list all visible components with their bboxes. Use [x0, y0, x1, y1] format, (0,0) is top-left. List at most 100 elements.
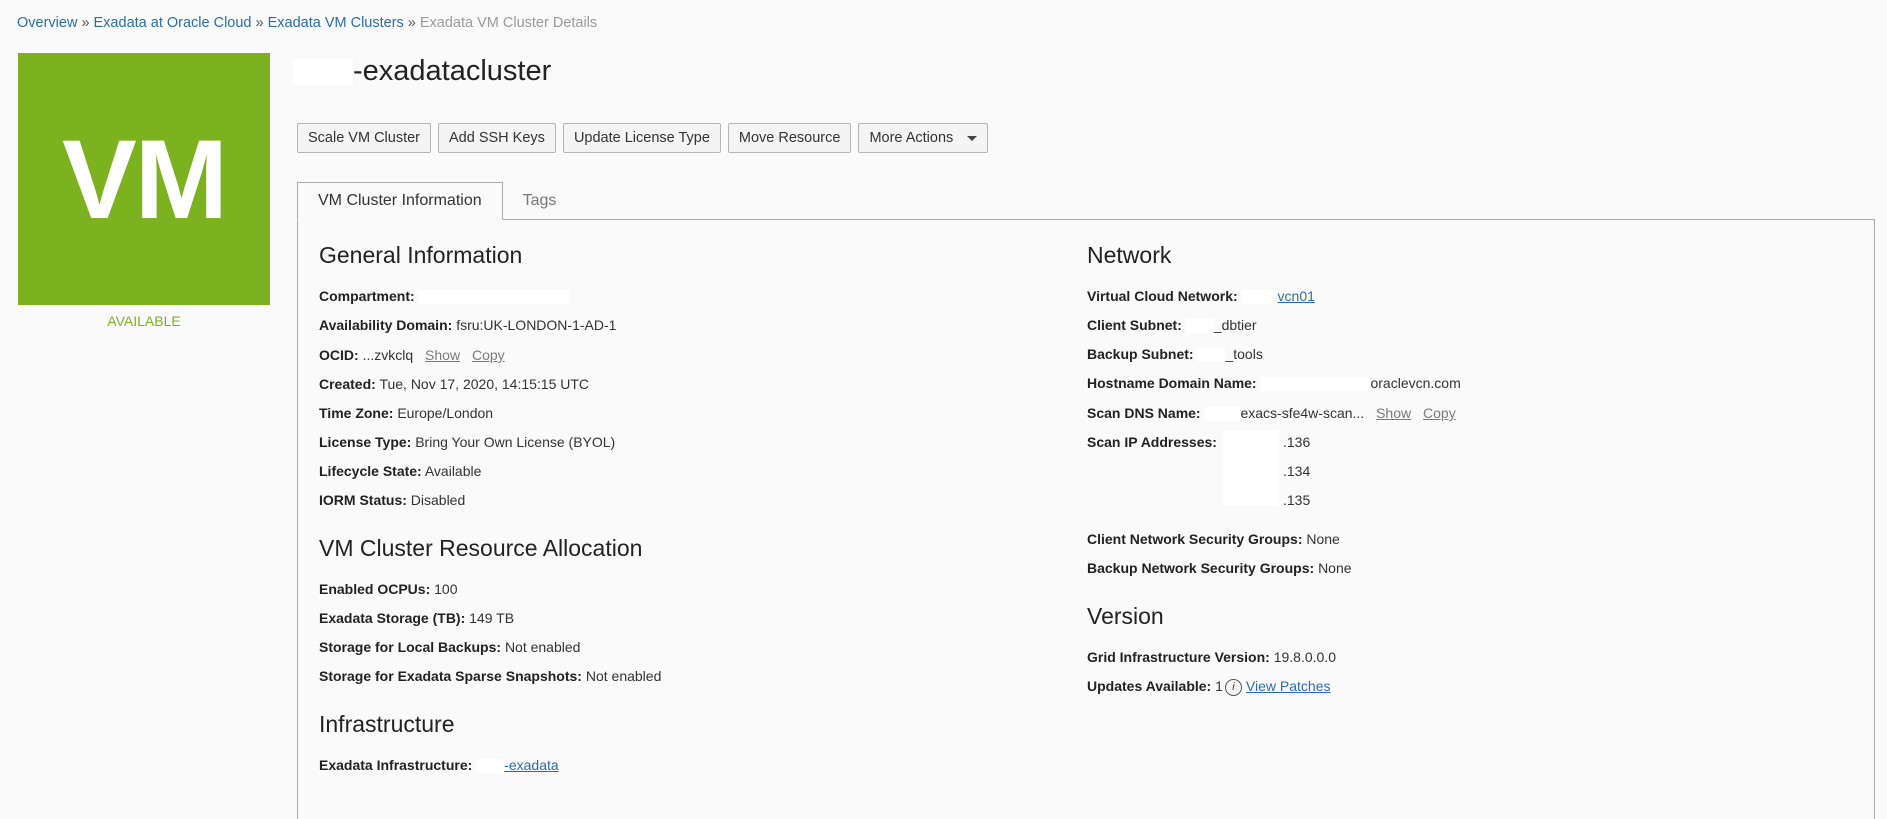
- redacted-block: [1241, 290, 1278, 305]
- ocid-copy-link[interactable]: Copy: [472, 347, 505, 363]
- client-nsg-value: None: [1306, 531, 1340, 547]
- view-patches-link[interactable]: View Patches: [1246, 678, 1331, 694]
- vcn-row: Virtual Cloud Network: vcn01: [1087, 288, 1315, 305]
- iorm-status-value: Disabled: [410, 492, 466, 508]
- hostname-domain-label: Hostname Domain Name:: [1087, 375, 1257, 391]
- exadata-infrastructure-link[interactable]: -exadata: [504, 757, 558, 773]
- hostname-domain-value: oraclevcn.com: [1370, 375, 1461, 391]
- iorm-status-label: IORM Status:: [319, 492, 407, 508]
- license-type-value: Bring Your Own License (BYOL): [415, 434, 616, 450]
- caret-down-icon: [967, 135, 978, 141]
- scale-vm-cluster-button[interactable]: Scale VM Cluster: [297, 123, 432, 153]
- page-title: -exadatacluster: [293, 55, 551, 88]
- client-subnet-value: _dbtier: [1213, 317, 1257, 333]
- vcn-link[interactable]: vcn01: [1278, 288, 1315, 304]
- tab-tags[interactable]: Tags: [503, 182, 577, 220]
- breadcrumb-overview-link[interactable]: Overview: [17, 15, 77, 31]
- local-backups-value: Not enabled: [504, 639, 581, 655]
- redacted-block: [1185, 319, 1214, 334]
- vm-tile-label: VM: [62, 116, 228, 242]
- time-zone-value: Europe/London: [397, 405, 494, 421]
- backup-nsg-label: Backup Network Security Groups:: [1087, 560, 1315, 576]
- availability-domain-value: fsru:UK-LONDON-1-AD-1: [456, 317, 617, 333]
- info-icon[interactable]: i: [1224, 678, 1242, 696]
- general-information-heading: General Information: [319, 242, 523, 268]
- scan-dns-value: exacs-sfe4w-scan...: [1240, 405, 1365, 421]
- license-type-label: License Type:: [319, 434, 412, 450]
- hostname-domain-row: Hostname Domain Name: oraclevcn.com: [1087, 375, 1461, 392]
- scan-dns-show-link[interactable]: Show: [1376, 405, 1411, 421]
- scan-dns-copy-link[interactable]: Copy: [1423, 405, 1456, 421]
- enabled-ocpus-row: Enabled OCPUs: 100: [319, 581, 458, 597]
- breadcrumb-separator: »: [81, 15, 90, 31]
- redacted-block: [418, 290, 569, 305]
- lifecycle-state-value: Available: [424, 463, 482, 479]
- redacted-block: [1260, 377, 1371, 392]
- scan-dns-label: Scan DNS Name:: [1087, 405, 1201, 421]
- client-nsg-row: Client Network Security Groups: None: [1087, 531, 1340, 547]
- scan-ip-1: .136: [1283, 434, 1311, 450]
- breadcrumb-separator: »: [407, 15, 416, 31]
- backup-subnet-row: Backup Subnet: _tools: [1087, 346, 1263, 363]
- grid-infrastructure-row: Grid Infrastructure Version: 19.8.0.0.0: [1087, 649, 1336, 665]
- exadata-storage-label: Exadata Storage (TB):: [319, 610, 466, 626]
- availability-domain-row: Availability Domain: fsru:UK-LONDON-1-AD…: [319, 317, 616, 333]
- lifecycle-status-label: AVAILABLE: [107, 313, 181, 329]
- time-zone-label: Time Zone:: [319, 405, 394, 421]
- scan-ip-redact-column: [1223, 430, 1279, 506]
- ocid-show-link[interactable]: Show: [425, 347, 460, 363]
- client-subnet-row: Client Subnet: _dbtier: [1087, 317, 1257, 334]
- breadcrumb-current: Exadata VM Cluster Details: [419, 15, 598, 31]
- redacted-block: [1204, 407, 1241, 422]
- update-license-type-button[interactable]: Update License Type: [562, 123, 721, 153]
- add-ssh-keys-button[interactable]: Add SSH Keys: [438, 123, 556, 153]
- compartment-row: Compartment:: [319, 288, 569, 305]
- availability-domain-label: Availability Domain:: [319, 317, 453, 333]
- exadata-storage-value: 149 TB: [469, 610, 515, 626]
- scan-ip-label: Scan IP Addresses:: [1087, 434, 1217, 450]
- tab-vm-cluster-information[interactable]: VM Cluster Information: [297, 182, 503, 220]
- scan-dns-row: Scan DNS Name: exacs-sfe4w-scan... Show …: [1087, 405, 1456, 422]
- network-heading: Network: [1087, 242, 1172, 268]
- updates-available-label: Updates Available:: [1087, 678, 1212, 694]
- grid-infrastructure-label: Grid Infrastructure Version:: [1087, 649, 1270, 665]
- action-toolbar: Scale VM Cluster Add SSH Keys Update Lic…: [297, 123, 989, 153]
- move-resource-button[interactable]: Move Resource: [727, 123, 852, 153]
- breadcrumb-vm-clusters-link[interactable]: Exadata VM Clusters: [268, 15, 404, 31]
- grid-infrastructure-value: 19.8.0.0.0: [1273, 649, 1336, 665]
- resource-allocation-heading: VM Cluster Resource Allocation: [319, 535, 643, 561]
- ocid-value: ...zvkclq: [362, 347, 414, 363]
- client-subnet-label: Client Subnet:: [1087, 317, 1182, 333]
- lifecycle-state-label: Lifecycle State:: [319, 463, 422, 479]
- redacted-block: [293, 59, 353, 86]
- backup-subnet-label: Backup Subnet:: [1087, 346, 1194, 362]
- exadata-storage-row: Exadata Storage (TB): 149 TB: [319, 610, 514, 626]
- created-row: Created: Tue, Nov 17, 2020, 14:15:15 UTC: [319, 376, 589, 392]
- lifecycle-state-row: Lifecycle State: Available: [319, 463, 481, 479]
- ocid-row: OCID: ...zvkclq Show Copy: [319, 347, 505, 363]
- sparse-snapshots-row: Storage for Exadata Sparse Snapshots: No…: [319, 668, 661, 684]
- license-type-row: License Type: Bring Your Own License (BY…: [319, 434, 615, 450]
- scan-ip-3: .135: [1283, 492, 1311, 508]
- breadcrumb-separator: »: [255, 15, 264, 31]
- more-actions-button[interactable]: More Actions: [858, 123, 989, 153]
- time-zone-row: Time Zone: Europe/London: [319, 405, 493, 421]
- backup-nsg-row: Backup Network Security Groups: None: [1087, 560, 1352, 576]
- version-heading: Version: [1087, 603, 1164, 629]
- ocid-label: OCID:: [319, 347, 359, 363]
- exadata-infrastructure-label: Exadata Infrastructure:: [319, 757, 473, 773]
- breadcrumb-exadata-link[interactable]: Exadata at Oracle Cloud: [94, 15, 252, 31]
- more-actions-label: More Actions: [869, 130, 954, 146]
- breadcrumb: Overview» Exadata at Oracle Cloud» Exadata…: [17, 15, 597, 31]
- local-backups-row: Storage for Local Backups: Not enabled: [319, 639, 580, 655]
- exadata-infrastructure-row: Exadata Infrastructure: -exadata: [319, 757, 559, 774]
- sparse-snapshots-label: Storage for Exadata Sparse Snapshots:: [319, 668, 582, 684]
- iorm-status-row: IORM Status: Disabled: [319, 492, 465, 508]
- vcn-label: Virtual Cloud Network:: [1087, 288, 1238, 304]
- redacted-block: [1197, 348, 1226, 363]
- backup-nsg-value: None: [1318, 560, 1352, 576]
- infrastructure-heading: Infrastructure: [319, 711, 455, 737]
- redacted-block: [1223, 430, 1279, 506]
- created-value: Tue, Nov 17, 2020, 14:15:15 UTC: [379, 376, 590, 392]
- redacted-block: [476, 759, 505, 774]
